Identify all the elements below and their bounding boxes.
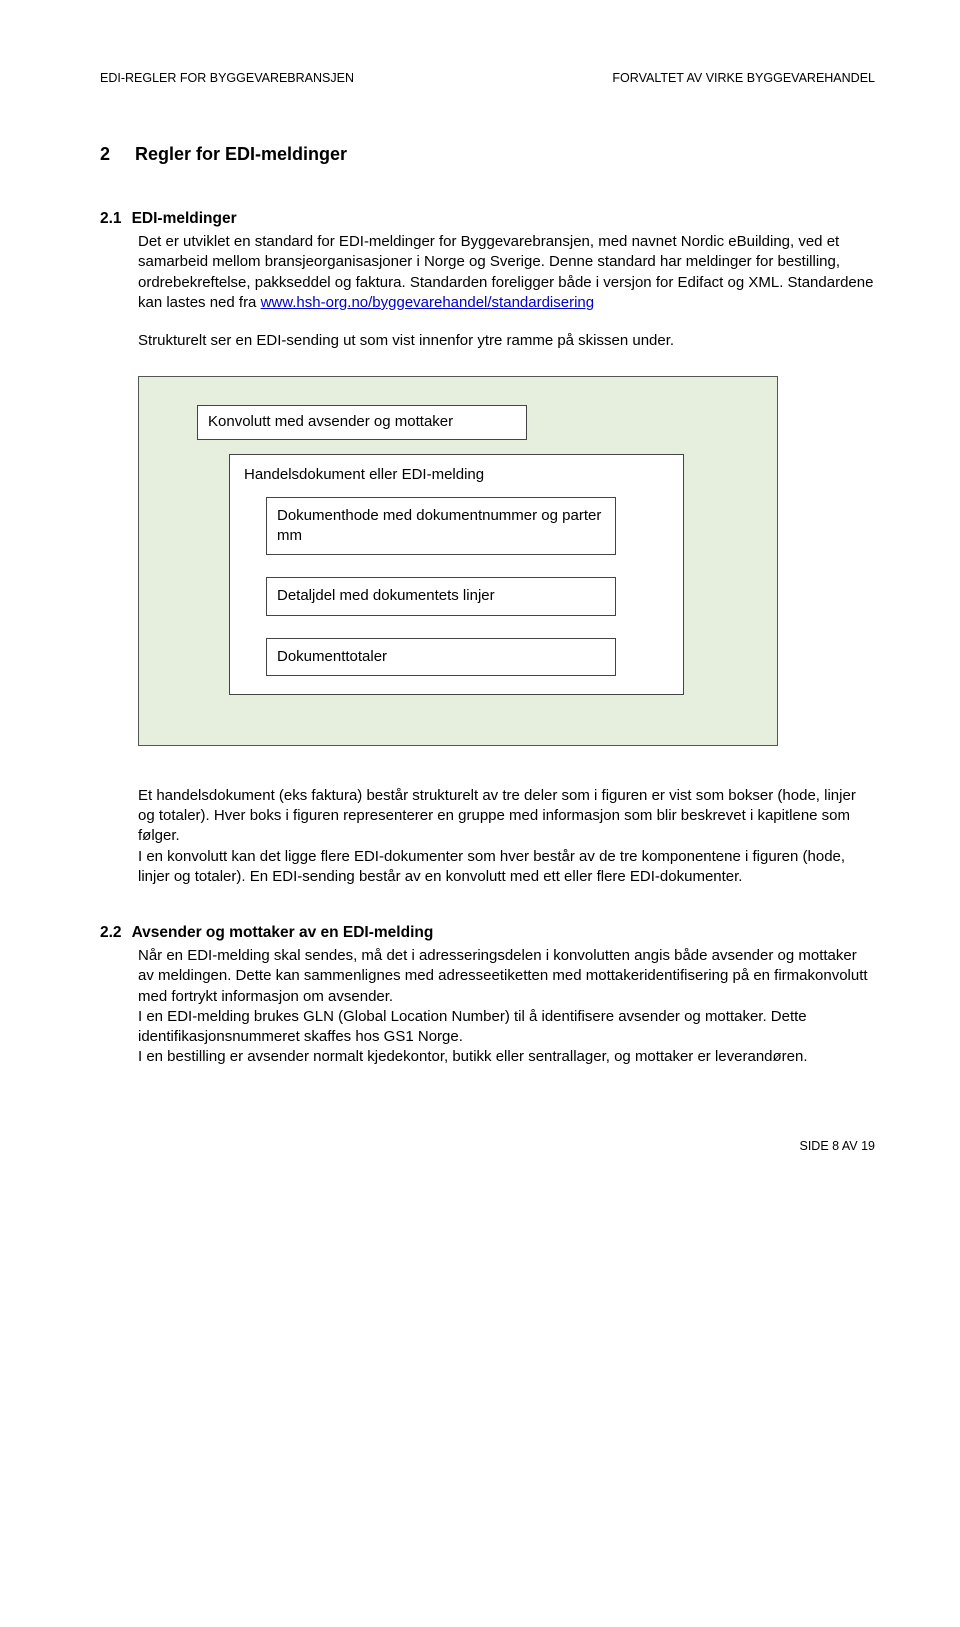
section-2-2-p2: I en EDI-melding brukes GLN (Global Loca… xyxy=(138,1007,875,1048)
section-2-number: 2 xyxy=(100,142,110,166)
section-2-title: Regler for EDI-meldinger xyxy=(135,142,347,166)
box-handelsdokument: Handelsdokument eller EDI-melding Dokume… xyxy=(229,454,684,695)
box-dokumenttotaler: Dokumenttotaler xyxy=(266,638,616,676)
page-header: EDI-REGLER FOR BYGGEVAREBRANSJEN FORVALT… xyxy=(100,70,875,87)
section-2-2-heading: 2.2 Avsender og mottaker av en EDI-meldi… xyxy=(100,923,875,944)
edi-structure-diagram: Konvolutt med avsender og mottaker Hande… xyxy=(138,376,778,746)
section-2-1-number: 2.1 xyxy=(100,209,122,230)
section-2-2-body: Når en EDI-melding skal sendes, må det i… xyxy=(138,946,875,1068)
section-2-1-p4: I en konvolutt kan det ligge flere EDI-d… xyxy=(138,847,875,888)
section-2-heading: 2 Regler for EDI-meldinger xyxy=(100,142,875,166)
section-2-1-body: Det er utviklet en standard for EDI-meld… xyxy=(138,232,875,351)
box-detaljdel: Detaljdel med dokumentets linjer xyxy=(266,577,616,615)
section-2-2-p3: I en bestilling er avsender normalt kjed… xyxy=(138,1047,875,1067)
box-handelsdokument-label: Handelsdokument eller EDI-melding xyxy=(244,466,484,483)
section-2-1-heading: 2.1 EDI-meldinger xyxy=(100,209,875,230)
page-footer: SIDE 8 AV 19 xyxy=(100,1138,875,1155)
section-2-1-p2: Strukturelt ser en EDI-sending ut som vi… xyxy=(138,331,875,351)
box-dokumenthode: Dokumenthode med dokumentnummer og parte… xyxy=(266,497,616,556)
page-number: SIDE 8 AV 19 xyxy=(799,1139,875,1153)
box-konvolutt: Konvolutt med avsender og mottaker xyxy=(197,405,527,439)
header-left: EDI-REGLER FOR BYGGEVAREBRANSJEN xyxy=(100,70,354,87)
section-2-1-title: EDI-meldinger xyxy=(132,209,237,230)
section-2-1-body-continued: Et handelsdokument (eks faktura) består … xyxy=(138,786,875,887)
section-2-1-p3: Et handelsdokument (eks faktura) består … xyxy=(138,786,875,847)
header-right: FORVALTET AV VIRKE BYGGEVAREHANDEL xyxy=(612,70,875,87)
section-2-2-number: 2.2 xyxy=(100,923,122,944)
section-2-2-p1: Når en EDI-melding skal sendes, må det i… xyxy=(138,946,875,1007)
section-2-2-title: Avsender og mottaker av en EDI-melding xyxy=(132,923,434,944)
standards-link[interactable]: www.hsh-org.no/byggevarehandel/standardi… xyxy=(261,294,595,311)
